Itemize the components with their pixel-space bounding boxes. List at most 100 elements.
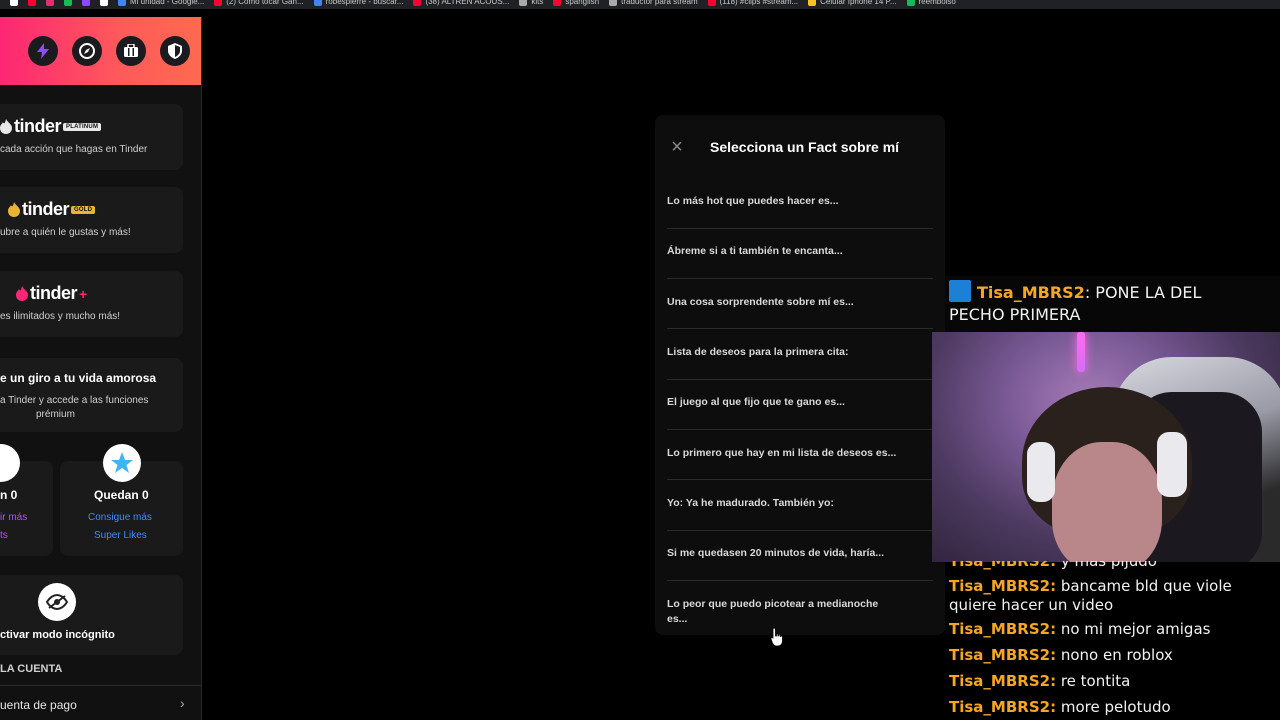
shield-icon	[168, 43, 182, 59]
bookmark-item[interactable]	[46, 0, 54, 6]
fact-option[interactable]: Si me quedasen 20 minutos de vida, haría…	[667, 547, 933, 559]
fact-option[interactable]: Lo peor que puedo picotear a medianoche	[667, 598, 933, 610]
bookmark-item[interactable]: reembolso	[906, 0, 956, 6]
bookmarks-bar: Mi unidad - Google... (2) Cómo tocar Gan.…	[0, 0, 1280, 9]
bookmark-item[interactable]: Celular Iphone 14 P...	[808, 0, 897, 6]
divider	[667, 479, 933, 480]
bookmark-label: robespierre - buscar...	[325, 0, 404, 6]
plus-tag: +	[79, 285, 87, 302]
chat-text: more pelotudo	[1056, 698, 1171, 716]
tinder-sidebar: tinder PLATINUM cada acción que hagas en…	[0, 17, 202, 720]
mod-badge-icon	[949, 280, 971, 302]
chat-username: Tisa_MBRS2:	[949, 646, 1057, 664]
bookmark-item[interactable]	[64, 0, 72, 6]
chat-message: Tisa_MBRS2: nono en roblox	[949, 646, 1173, 664]
work-button[interactable]	[116, 36, 146, 66]
headset-left	[1027, 442, 1055, 502]
payment-account-label: uenta de pago	[0, 698, 77, 712]
boost-button[interactable]	[28, 36, 58, 66]
bookmark-item[interactable]	[82, 0, 90, 6]
tinder-platinum-card[interactable]: tinder PLATINUM cada acción que hagas en…	[0, 104, 183, 170]
chat-text-line2: quiere hacer un video	[949, 596, 1114, 614]
fact-option[interactable]: Lo más hot que puedes hacer es...	[667, 195, 933, 207]
get-superlikes-link[interactable]: Consigue más	[88, 512, 152, 523]
bookmark-favicon-icon	[100, 0, 108, 6]
platinum-logo: tinder PLATINUM	[0, 116, 102, 137]
get-superlikes-link-2[interactable]: Super Likes	[94, 530, 147, 541]
brand-text: tinder	[14, 116, 62, 136]
bookmark-item[interactable]	[100, 0, 108, 6]
chevron-right-icon: ›	[180, 695, 185, 711]
superlikes-card[interactable]: Quedan 0 Consigue más Super Likes	[60, 444, 183, 556]
bookmark-favicon-icon	[64, 0, 72, 6]
bookmark-item[interactable]: (118) #clips #stream...	[707, 0, 798, 6]
bolt-icon	[37, 43, 49, 59]
bookmark-item[interactable]: spanglish	[553, 0, 599, 6]
promo-card[interactable]: e un giro a tu vida amorosa a Tinder y a…	[0, 358, 183, 432]
safety-button[interactable]	[160, 36, 190, 66]
fact-option[interactable]: Ábreme si a ti también te encanta...	[667, 245, 933, 257]
incognito-card[interactable]: ctivar modo incógnito	[0, 575, 183, 655]
fact-option-continued[interactable]: es...	[667, 613, 933, 625]
chat-username: Tisa_MBRS2	[977, 283, 1085, 302]
superlike-circle	[103, 444, 141, 482]
gold-logo: tinder GOLD	[8, 199, 96, 220]
platinum-tag: PLATINUM	[63, 122, 102, 131]
compass-icon	[79, 43, 95, 59]
bookmark-favicon-icon	[519, 0, 528, 6]
bookmark-item[interactable]	[28, 0, 36, 6]
star-icon	[111, 452, 133, 473]
fact-option[interactable]: Lo primero que hay en mi lista de deseos…	[667, 447, 933, 459]
bookmark-item[interactable]: (38) ALTREN ACOUS...	[413, 0, 509, 6]
brand-text: tinder	[22, 199, 70, 219]
fact-option[interactable]: Lista de deseos para la primera cita:	[667, 346, 933, 358]
bookmark-item[interactable]: Mi unidad - Google...	[118, 0, 204, 6]
chat-username: Tisa_MBRS2:	[949, 672, 1057, 690]
bookmark-favicon-icon	[10, 0, 18, 6]
eye-slash-icon	[46, 594, 68, 610]
brand-text: tinder	[30, 283, 78, 303]
fact-option[interactable]: Una cosa sorprendente sobre mí es...	[667, 296, 933, 308]
chat-text-line2: PECHO PRIMERA	[949, 305, 1081, 324]
bookmark-item[interactable]: robespierre - buscar...	[313, 0, 404, 6]
tinder-plus-card[interactable]: tinder + es ilimitados y mucho más!	[0, 271, 183, 337]
headset-right	[1157, 432, 1187, 497]
fact-option[interactable]: El juego al que fijo que te gano es...	[667, 396, 933, 408]
get-boosts-link-2[interactable]: ts	[0, 530, 8, 541]
payment-account-row[interactable]: uenta de pago ›	[0, 685, 201, 720]
tinder-gold-card[interactable]: tinder GOLD ubre a quién le gustas y más…	[0, 187, 183, 253]
divider	[667, 278, 933, 279]
account-section-title: LA CUENTA	[0, 663, 63, 675]
promo-title: e un giro a tu vida amorosa	[0, 371, 157, 385]
bookmark-favicon-icon	[214, 0, 223, 6]
bookmark-item[interactable]: traductor para stream	[609, 0, 698, 6]
bookmark-item[interactable]: kits	[519, 0, 543, 6]
led-strip	[1077, 332, 1085, 372]
superlikes-count: Quedan 0	[94, 488, 149, 502]
explore-button[interactable]	[72, 36, 102, 66]
chat-message-top: Tisa_MBRS2: PONE LA DEL	[949, 280, 1201, 302]
hand-cursor-icon	[770, 627, 783, 647]
chat-text: no mi mejor amigas	[1056, 620, 1211, 638]
get-boosts-link[interactable]: ir más	[0, 512, 27, 523]
bookmark-item[interactable]	[10, 0, 18, 6]
platinum-desc: cada acción que hagas en Tinder	[0, 144, 148, 155]
fact-option[interactable]: Yo: Ya he madurado. También yo:	[667, 497, 933, 509]
chat-message: Tisa_MBRS2: re tontita	[949, 672, 1130, 690]
close-icon[interactable]: ×	[667, 137, 687, 157]
incognito-label: ctivar modo incógnito	[0, 629, 115, 641]
divider	[667, 228, 933, 229]
bookmark-label: Mi unidad - Google...	[130, 0, 205, 6]
chat-text: re tontita	[1056, 672, 1131, 690]
bookmark-favicon-icon	[46, 0, 54, 6]
chat-message: Tisa_MBRS2: more pelotudo	[949, 698, 1171, 716]
boosts-card[interactable]: n 0 ir más ts	[0, 444, 53, 556]
divider	[667, 429, 933, 430]
bookmark-item[interactable]: (2) Cómo tocar Gan...	[214, 0, 304, 6]
bookmark-favicon-icon	[553, 0, 562, 6]
chat-username: Tisa_MBRS2:	[949, 620, 1057, 638]
screen: Mi unidad - Google... (2) Cómo tocar Gan.…	[0, 0, 1280, 720]
bookmark-favicon-icon	[313, 0, 322, 6]
boost-circle	[0, 444, 20, 482]
chat-username: Tisa_MBRS2:	[949, 698, 1057, 716]
